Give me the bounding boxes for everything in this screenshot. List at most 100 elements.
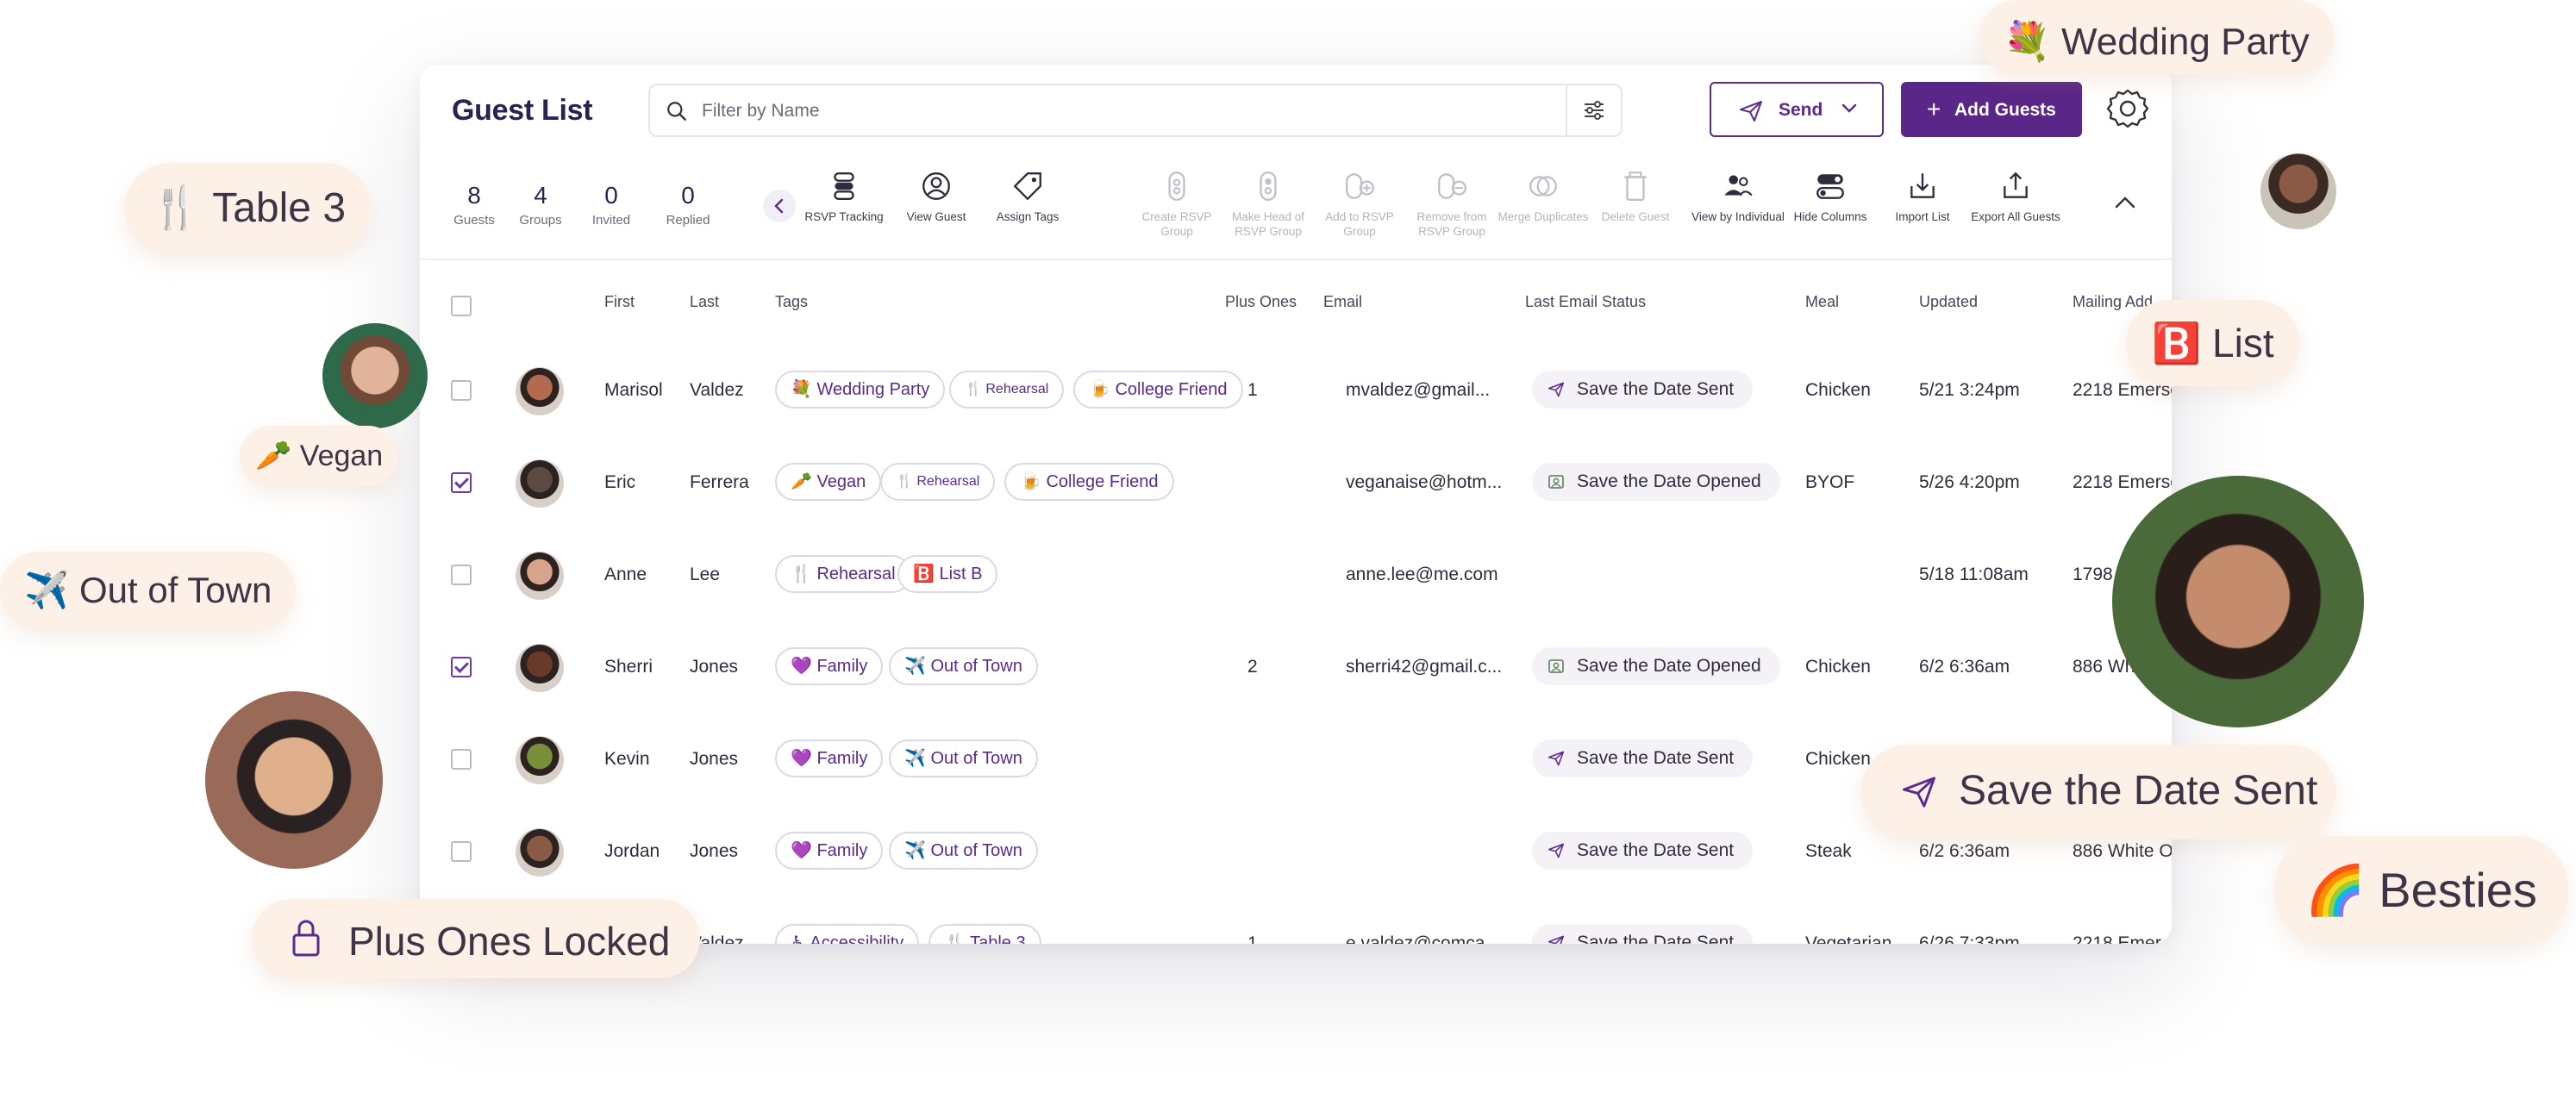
plus-icon: + xyxy=(1927,96,1941,122)
tool-label: Assign Tags xyxy=(996,210,1060,223)
tag-chip[interactable]: 💜 Family xyxy=(775,832,884,870)
paper-plane-icon xyxy=(1547,843,1565,858)
tag-chip[interactable]: ✈️ Out of Town xyxy=(889,647,1038,685)
status-text: Save the Date Sent xyxy=(1577,748,1735,768)
tag-icon xyxy=(1013,172,1041,201)
row-checkbox[interactable] xyxy=(451,380,472,401)
tool-add-to-group[interactable]: Add to RSVP Group xyxy=(1312,170,1407,239)
cell-last: Lee xyxy=(690,565,721,584)
avatar xyxy=(516,552,564,600)
filter-button[interactable] xyxy=(1566,85,1621,135)
select-all-checkbox[interactable] xyxy=(451,296,472,316)
column-last-email-status[interactable]: Last Email Status xyxy=(1525,293,1646,311)
send-button[interactable]: Send xyxy=(1710,82,1884,137)
table-row[interactable]: Anne Lee 🍴 Rehearsal 🅱️ List B anne.lee@me.c… xyxy=(420,529,2172,621)
chevron-down-icon xyxy=(1841,103,1857,113)
tool-create-group[interactable]: Create RSVP Group xyxy=(1129,170,1224,239)
add-guests-button[interactable]: + Add Guests xyxy=(1901,82,2082,137)
cell-address: 886 Wh xyxy=(2073,657,2135,677)
avatar-photo-smiling-woman xyxy=(2112,476,2364,727)
tag-chip[interactable]: 💜 Family xyxy=(775,739,884,777)
add-to-group-icon xyxy=(1346,173,1374,199)
tool-merge[interactable]: Merge Duplicates xyxy=(1496,170,1591,224)
search-input[interactable] xyxy=(700,94,1566,128)
column-plus-ones[interactable]: Plus Ones xyxy=(1225,293,1297,311)
email-status-badge: Save the Date Sent xyxy=(1532,739,1754,777)
avatar xyxy=(516,367,564,415)
tool-trash[interactable]: Delete Guest xyxy=(1588,170,1683,224)
tag-chip[interactable]: ✈️ Out of Town xyxy=(889,739,1038,777)
search-box xyxy=(648,84,1623,137)
tool-remove-from-group[interactable]: Remove from RSVP Group xyxy=(1404,170,1499,239)
create-group-icon xyxy=(1168,172,1185,201)
view-guest-icon xyxy=(922,172,950,200)
cell-plus-ones: 2 xyxy=(1247,657,1258,677)
plus-ones-locked-label: Plus Ones Locked xyxy=(348,919,671,964)
cell-meal: Vegetarian xyxy=(1805,933,1892,944)
tool-tag[interactable]: Assign Tags xyxy=(980,170,1075,224)
tool-import[interactable]: Import List xyxy=(1875,170,1970,224)
tag-chip[interactable]: 💐 Wedding Party xyxy=(775,371,946,409)
cell-plus-ones: 1 xyxy=(1247,933,1258,944)
make-head-icon xyxy=(1260,172,1277,201)
tag-chip[interactable]: 💜 Family xyxy=(775,647,884,685)
avatar xyxy=(516,459,564,508)
gear-icon[interactable] xyxy=(2103,84,2153,134)
row-checkbox[interactable] xyxy=(451,472,472,493)
cell-meal: BYOF xyxy=(1805,472,1855,492)
table-header: First Last Tags Plus Ones Email Last Ema… xyxy=(420,259,2172,345)
column-meal[interactable]: Meal xyxy=(1805,293,1839,311)
scroll-left-button[interactable] xyxy=(763,190,796,222)
status-text: Save the Date Sent xyxy=(1577,933,1735,944)
opened-envelope-icon xyxy=(1548,659,1564,673)
column-updated[interactable]: Updated xyxy=(1919,293,1978,311)
column-last[interactable]: Last xyxy=(690,293,719,311)
stat-invited: 0 Invited xyxy=(591,182,631,228)
table-row[interactable]: Marisol Valdez 💐 Wedding Party 🍴 Rehearsal 🍺… xyxy=(420,345,2172,437)
tag-chip[interactable]: ✈️ Out of Town xyxy=(889,832,1038,870)
tag-chip[interactable]: 🍴 Table 3 xyxy=(928,924,1041,944)
tool-label: View Guest xyxy=(906,210,966,223)
column-email[interactable]: Email xyxy=(1323,293,1362,311)
tag-chip[interactable]: 🍴 Rehearsal xyxy=(880,463,996,501)
tag-chip[interactable]: 🥕 Vegan xyxy=(775,463,882,501)
row-checkbox[interactable] xyxy=(451,657,472,677)
floating-tag-wedding-party: 💐 Wedding Party xyxy=(1979,0,2334,74)
tag-chip[interactable]: 🍺 College Friend xyxy=(1073,371,1243,409)
tag-chip[interactable]: 🍺 College Friend xyxy=(1004,463,1174,501)
table-row[interactable]: Sherri Jones 💜 Family ✈️ Out of Town 2 sherri… xyxy=(420,621,2172,714)
status-text: Save the Date Sent xyxy=(1577,379,1735,399)
tool-export[interactable]: Export All Guests xyxy=(1968,170,2063,224)
table-row[interactable]: Eric Ferrera 🥕 Vegan 🍴 Rehearsal 🍺 College F… xyxy=(420,437,2172,529)
tag-chip[interactable]: ♿ Accessibility xyxy=(775,924,920,944)
cell-last: Jones xyxy=(690,841,739,861)
tool-view-individual[interactable]: View by Individual xyxy=(1691,170,1785,224)
tool-make-head[interactable]: Make Head of RSVP Group xyxy=(1221,170,1316,239)
view-individual-icon xyxy=(1724,175,1753,197)
tool-rsvp-tracking[interactable]: RSVP Tracking xyxy=(797,170,891,224)
cell-meal: Chicken xyxy=(1805,380,1871,400)
row-checkbox[interactable] xyxy=(451,841,472,862)
tag-chip[interactable]: 🍴 Rehearsal xyxy=(775,555,911,593)
stat-replied: 0 Replied xyxy=(666,182,710,228)
cell-last: Jones xyxy=(690,749,739,769)
column-tags[interactable]: Tags xyxy=(775,293,808,311)
tag-chip[interactable]: 🅱️ List B xyxy=(897,555,998,593)
cell-email: mvaldez@gmail... xyxy=(1346,380,1491,400)
row-checkbox[interactable] xyxy=(451,565,472,585)
row-checkbox[interactable] xyxy=(451,749,472,770)
send-label: Send xyxy=(1779,100,1823,120)
cell-first: Jordan xyxy=(604,841,660,861)
tag-chip[interactable]: 🍴 Rehearsal xyxy=(949,371,1065,409)
top-bar: Guest List Filter by Name Send + Add Gue… xyxy=(420,65,2172,159)
cell-address: 2218 Emer xyxy=(2073,933,2161,944)
column-mailing-address[interactable]: Mailing Add xyxy=(2073,293,2153,311)
tool-hide-columns[interactable]: Hide Columns xyxy=(1783,170,1878,224)
chevron-up-icon[interactable] xyxy=(2114,196,2136,209)
add-guests-label: Add Guests xyxy=(1954,100,2056,120)
lock-icon xyxy=(292,920,320,957)
column-first[interactable]: First xyxy=(604,293,635,311)
cell-first: Sherri xyxy=(604,657,653,677)
tool-view-guest[interactable]: View Guest xyxy=(889,170,984,224)
paper-plane-icon xyxy=(1547,382,1565,397)
